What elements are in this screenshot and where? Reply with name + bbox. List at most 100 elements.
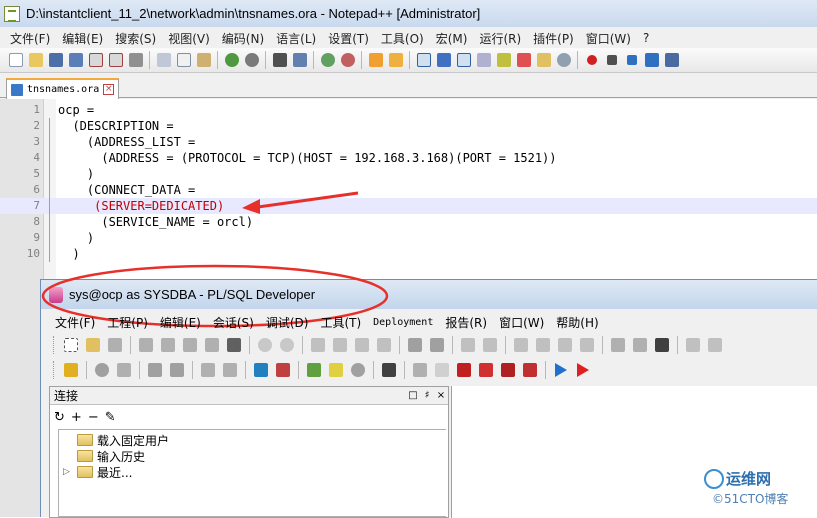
print-icon[interactable] [126,51,145,70]
uncomment-icon[interactable] [533,335,553,355]
npp-menu-view[interactable]: 视图(V) [162,30,216,47]
code-line-current[interactable]: 7 (SERVER=DEDICATED) [0,198,817,214]
arrow-right-blue-icon[interactable] [551,360,571,380]
npp-menu-run[interactable]: 运行(R) [473,30,527,47]
cut-icon[interactable] [308,335,328,355]
new-icon[interactable] [61,335,81,355]
record-macro-icon[interactable] [582,51,601,70]
rollback-icon[interactable] [167,360,187,380]
npp-menu-encoding[interactable]: 编码(N) [216,30,270,47]
panel-close-icon[interactable]: × [434,390,448,401]
copy-icon[interactable] [330,335,350,355]
tab-close-icon[interactable]: × [103,84,115,95]
open-icon[interactable] [83,335,103,355]
npp-menu-language[interactable]: 语言(L) [270,30,322,47]
indent-guide-icon[interactable] [454,51,473,70]
tree-item-recent[interactable]: ▷ 最近... [63,464,132,480]
find-icon[interactable] [270,51,289,70]
explain-plan-icon[interactable] [198,360,218,380]
code-line[interactable]: 3 (ADDRESS_LIST = [0,134,817,150]
tree-item-history[interactable]: 输入历史 [63,448,145,464]
redo-icon[interactable] [242,51,261,70]
indent-icon[interactable] [458,335,478,355]
step-icon[interactable] [630,335,650,355]
save-icon[interactable] [46,51,65,70]
copy-icon[interactable] [174,51,193,70]
close-all-icon[interactable] [106,51,125,70]
npp-menu-file[interactable]: 文件(F) [4,30,56,47]
npp-menu-window[interactable]: 窗口(W) [580,30,637,47]
commit-icon[interactable] [145,360,165,380]
uppercase-icon[interactable] [555,335,575,355]
user-defined-lang-icon[interactable] [474,51,493,70]
code-line[interactable]: 4 (ADDRESS = (PROTOCOL = TCP)(HOST = 192… [0,150,817,166]
remove-icon[interactable]: − [88,410,99,425]
save-macro-icon[interactable] [662,51,681,70]
undo-icon[interactable] [255,335,275,355]
close-icon[interactable] [180,335,200,355]
cascade-icon[interactable] [683,335,703,355]
report-icon[interactable] [326,360,346,380]
paste-icon[interactable] [352,335,372,355]
panel-restore-icon[interactable]: □ [406,390,420,401]
npp-title-bar[interactable]: D:\instantclient_11_2\network\admin\tnsn… [0,0,817,27]
show-all-chars-icon[interactable] [434,51,453,70]
sync-horizontal-icon[interactable] [386,51,405,70]
zoom-in-icon[interactable] [318,51,337,70]
undo-icon[interactable] [222,51,241,70]
comment-icon[interactable] [511,335,531,355]
plsql-menu-debug[interactable]: 调试(D) [260,314,315,331]
code-line[interactable]: 1 ocp = [0,102,817,118]
save-icon[interactable] [136,335,156,355]
npp-menu-edit[interactable]: 编辑(E) [56,30,109,47]
new-file-icon[interactable] [6,51,25,70]
save-all-icon[interactable] [158,335,178,355]
npp-menu-search[interactable]: 搜索(S) [109,30,162,47]
edit-pen-icon[interactable]: ✎ [105,410,116,425]
play-macro-icon[interactable] [622,51,641,70]
break-icon[interactable] [114,360,134,380]
npp-menu-settings[interactable]: 设置(T) [322,30,375,47]
red-star-cube-icon[interactable] [476,360,496,380]
plugin-icon[interactable] [410,360,430,380]
doc-map-icon[interactable] [494,51,513,70]
add-icon[interactable]: + [71,410,82,425]
replace-icon[interactable] [290,51,309,70]
test-window-icon[interactable] [251,360,271,380]
npp-menu-plugins[interactable]: 插件(P) [527,30,580,47]
npp-menu-macro[interactable]: 宏(M) [430,30,474,47]
unindent-icon[interactable] [480,335,500,355]
redo-icon[interactable] [277,335,297,355]
folder-workspace-icon[interactable] [534,51,553,70]
red-brush-icon[interactable] [520,360,540,380]
code-line[interactable]: 5 ) [0,166,817,182]
debug-window-icon[interactable] [652,335,672,355]
code-line[interactable]: 9 ) [0,230,817,246]
run-macro-multiple-icon[interactable] [642,51,661,70]
plsql-menu-project[interactable]: 工程(P) [101,314,154,331]
refresh-icon[interactable]: ↻ [54,410,65,425]
plsql-menu-help[interactable]: 帮助(H) [550,314,604,331]
plsql-menu-file[interactable]: 文件(F) [49,314,101,331]
tree-item-fixed-users[interactable]: 载入固定用户 [63,432,169,448]
plsql-menu-reports[interactable]: 报告(R) [439,314,493,331]
printer-icon[interactable] [224,335,244,355]
schedule-icon[interactable] [348,360,368,380]
plsql-menu-tools[interactable]: 工具(T) [314,314,367,331]
function-list-icon[interactable] [514,51,533,70]
logon-key-icon[interactable] [61,360,81,380]
panel-pin-icon[interactable]: ♯ [420,390,434,401]
execute-gear-icon[interactable] [92,360,112,380]
plsql-menu-edit[interactable]: 编辑(E) [154,314,207,331]
query-builder-icon[interactable] [304,360,324,380]
expand-arrow-icon[interactable]: ▷ [63,467,73,477]
sql-window-icon[interactable] [220,360,240,380]
tile-icon[interactable] [705,335,725,355]
red-edit-cube-icon[interactable] [498,360,518,380]
plsql-menu-session[interactable]: 会话(S) [207,314,260,331]
open-file-icon[interactable] [26,51,45,70]
code-line[interactable]: 2 (DESCRIPTION = [0,118,817,134]
close-file-icon[interactable] [86,51,105,70]
wrench-icon[interactable] [379,360,399,380]
lowercase-icon[interactable] [577,335,597,355]
